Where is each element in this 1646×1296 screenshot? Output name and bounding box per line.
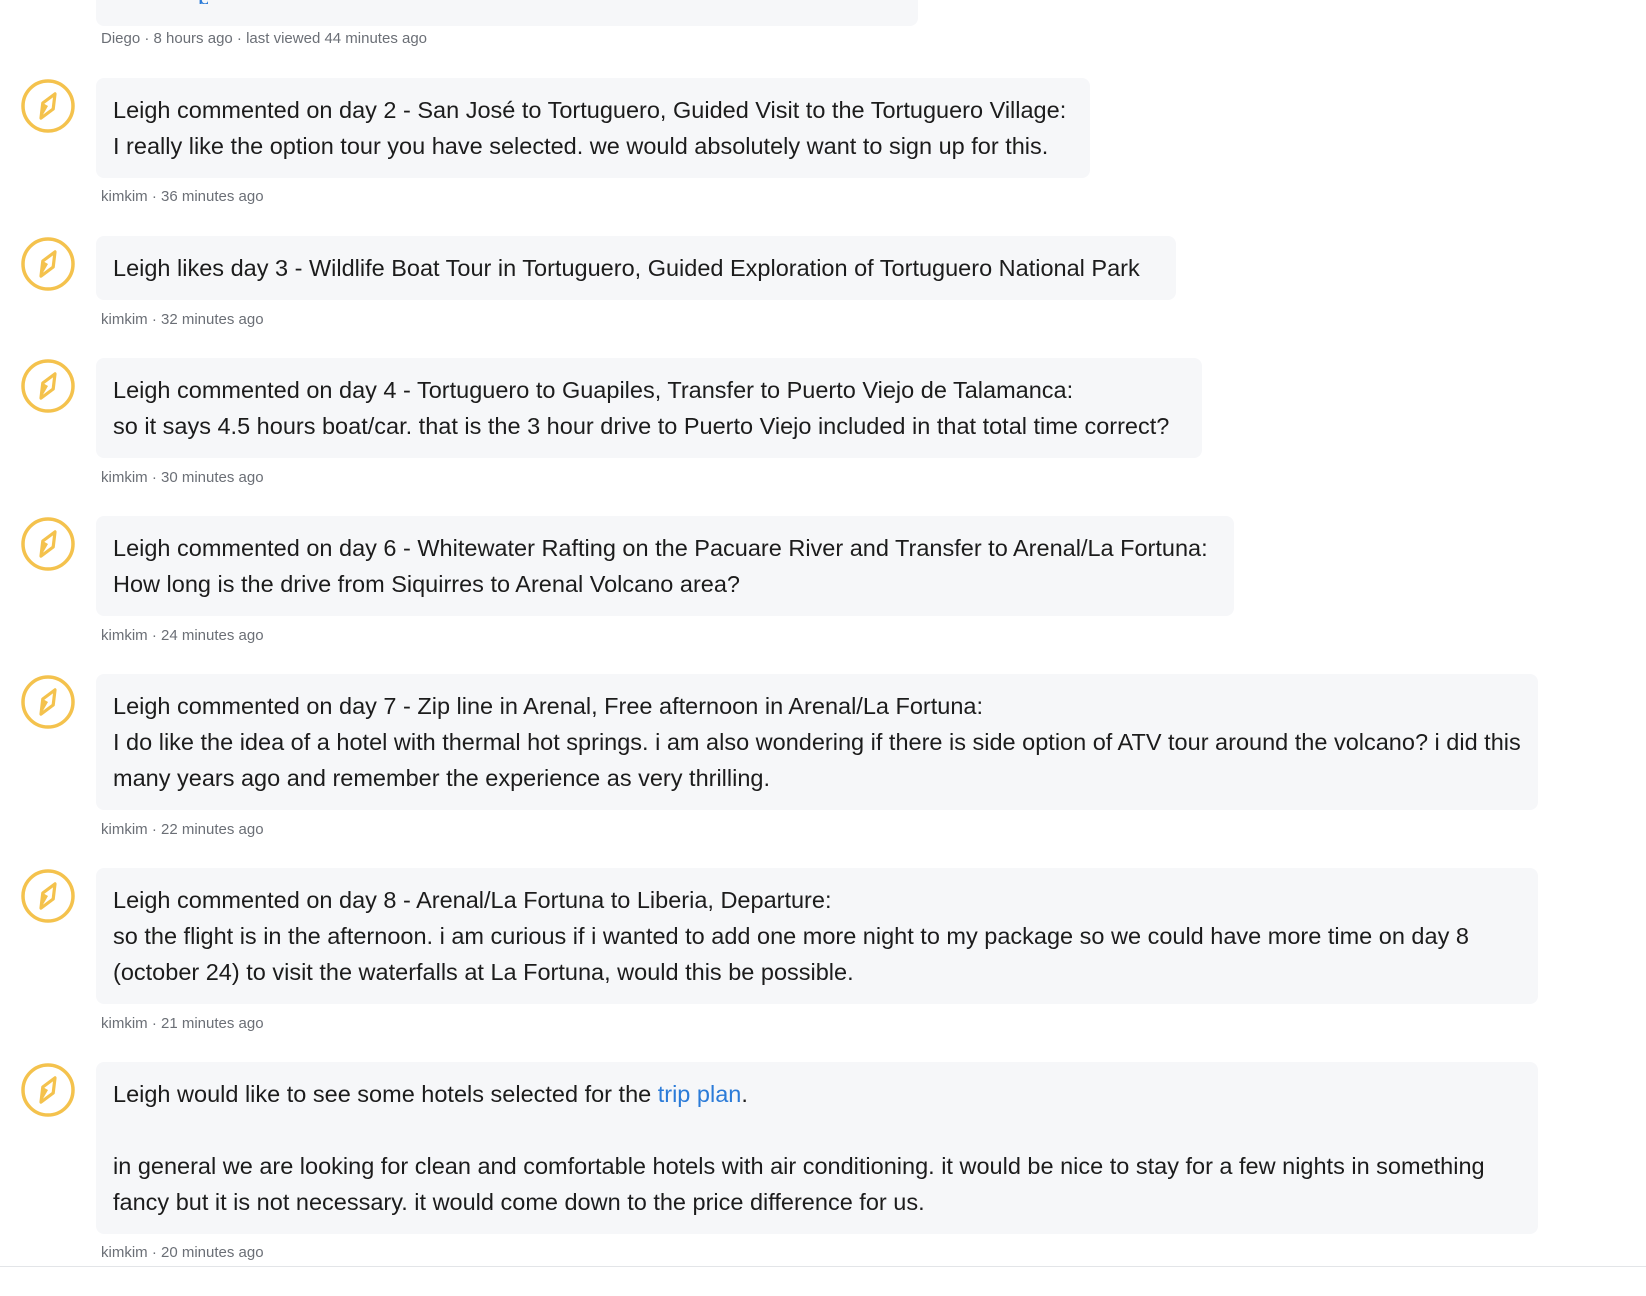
trip-plan-link[interactable]: trip plan — [658, 1081, 742, 1107]
comment-meta: kimkim · 24 minutes ago — [101, 627, 264, 644]
hotel-request-bubble: Leigh would like to see some hotels sele… — [96, 1062, 1538, 1234]
comment-title: Leigh commented on day 6 - Whitewater Ra… — [113, 535, 1208, 561]
feed-bottom-divider — [0, 1266, 1646, 1267]
comment-title: Leigh commented on day 2 - San José to T… — [113, 97, 1067, 123]
comment-meta: kimkim · 36 minutes ago — [101, 188, 264, 205]
compass-icon — [20, 1062, 76, 1118]
comment-meta: kimkim · 20 minutes ago — [101, 1244, 264, 1261]
previous-comment-link-fragment[interactable]: p — [198, 0, 208, 4]
comment-body: so it says 4.5 hours boat/car. that is t… — [113, 413, 1170, 439]
comment-bubble: Leigh commented on day 7 - Zip line in A… — [96, 674, 1538, 810]
comment-bubble: Leigh commented on day 8 - Arenal/La For… — [96, 868, 1538, 1004]
compass-icon — [20, 674, 76, 730]
hotel-request-text: Leigh would like to see some hotels sele… — [113, 1081, 658, 1107]
comment-body: I do like the idea of a hotel with therm… — [113, 729, 1521, 791]
previous-comment-meta: Diego · 8 hours ago · last viewed 44 min… — [101, 30, 428, 47]
comment-title: Leigh commented on day 7 - Zip line in A… — [113, 693, 984, 719]
compass-icon — [20, 516, 76, 572]
previous-comment-bubble — [96, 0, 918, 26]
compass-icon — [20, 78, 76, 134]
comment-title: Leigh commented on day 8 - Arenal/La For… — [113, 887, 832, 913]
compass-icon — [20, 236, 76, 292]
comment-meta: kimkim · 21 minutes ago — [101, 1015, 264, 1032]
comment-meta: kimkim · 30 minutes ago — [101, 469, 264, 486]
comment-bubble: Leigh commented on day 4 - Tortuguero to… — [96, 358, 1202, 458]
activity-feed: p Diego · 8 hours ago · last viewed 44 m… — [0, 0, 1646, 1296]
comment-body: I really like the option tour you have s… — [113, 133, 1049, 159]
comment-bubble: Leigh commented on day 6 - Whitewater Ra… — [96, 516, 1234, 616]
compass-icon — [20, 358, 76, 414]
hotel-request-title: Leigh would like to see some hotels sele… — [113, 1076, 1522, 1112]
comment-meta: kimkim · 22 minutes ago — [101, 821, 264, 838]
comment-title: Leigh commented on day 4 - Tortuguero to… — [113, 377, 1074, 403]
comment-meta: kimkim · 32 minutes ago — [101, 311, 264, 328]
hotel-request-body: in general we are looking for clean and … — [113, 1153, 1485, 1215]
compass-icon — [20, 868, 76, 924]
hotel-request-punctuation: . — [741, 1081, 748, 1107]
comment-body: How long is the drive from Siquirres to … — [113, 571, 740, 597]
comment-bubble: Leigh commented on day 2 - San José to T… — [96, 78, 1090, 178]
like-title: Leigh likes day 3 - Wildlife Boat Tour i… — [113, 255, 1140, 281]
comment-body: so the flight is in the afternoon. i am … — [113, 923, 1469, 985]
like-bubble: Leigh likes day 3 - Wildlife Boat Tour i… — [96, 236, 1176, 300]
